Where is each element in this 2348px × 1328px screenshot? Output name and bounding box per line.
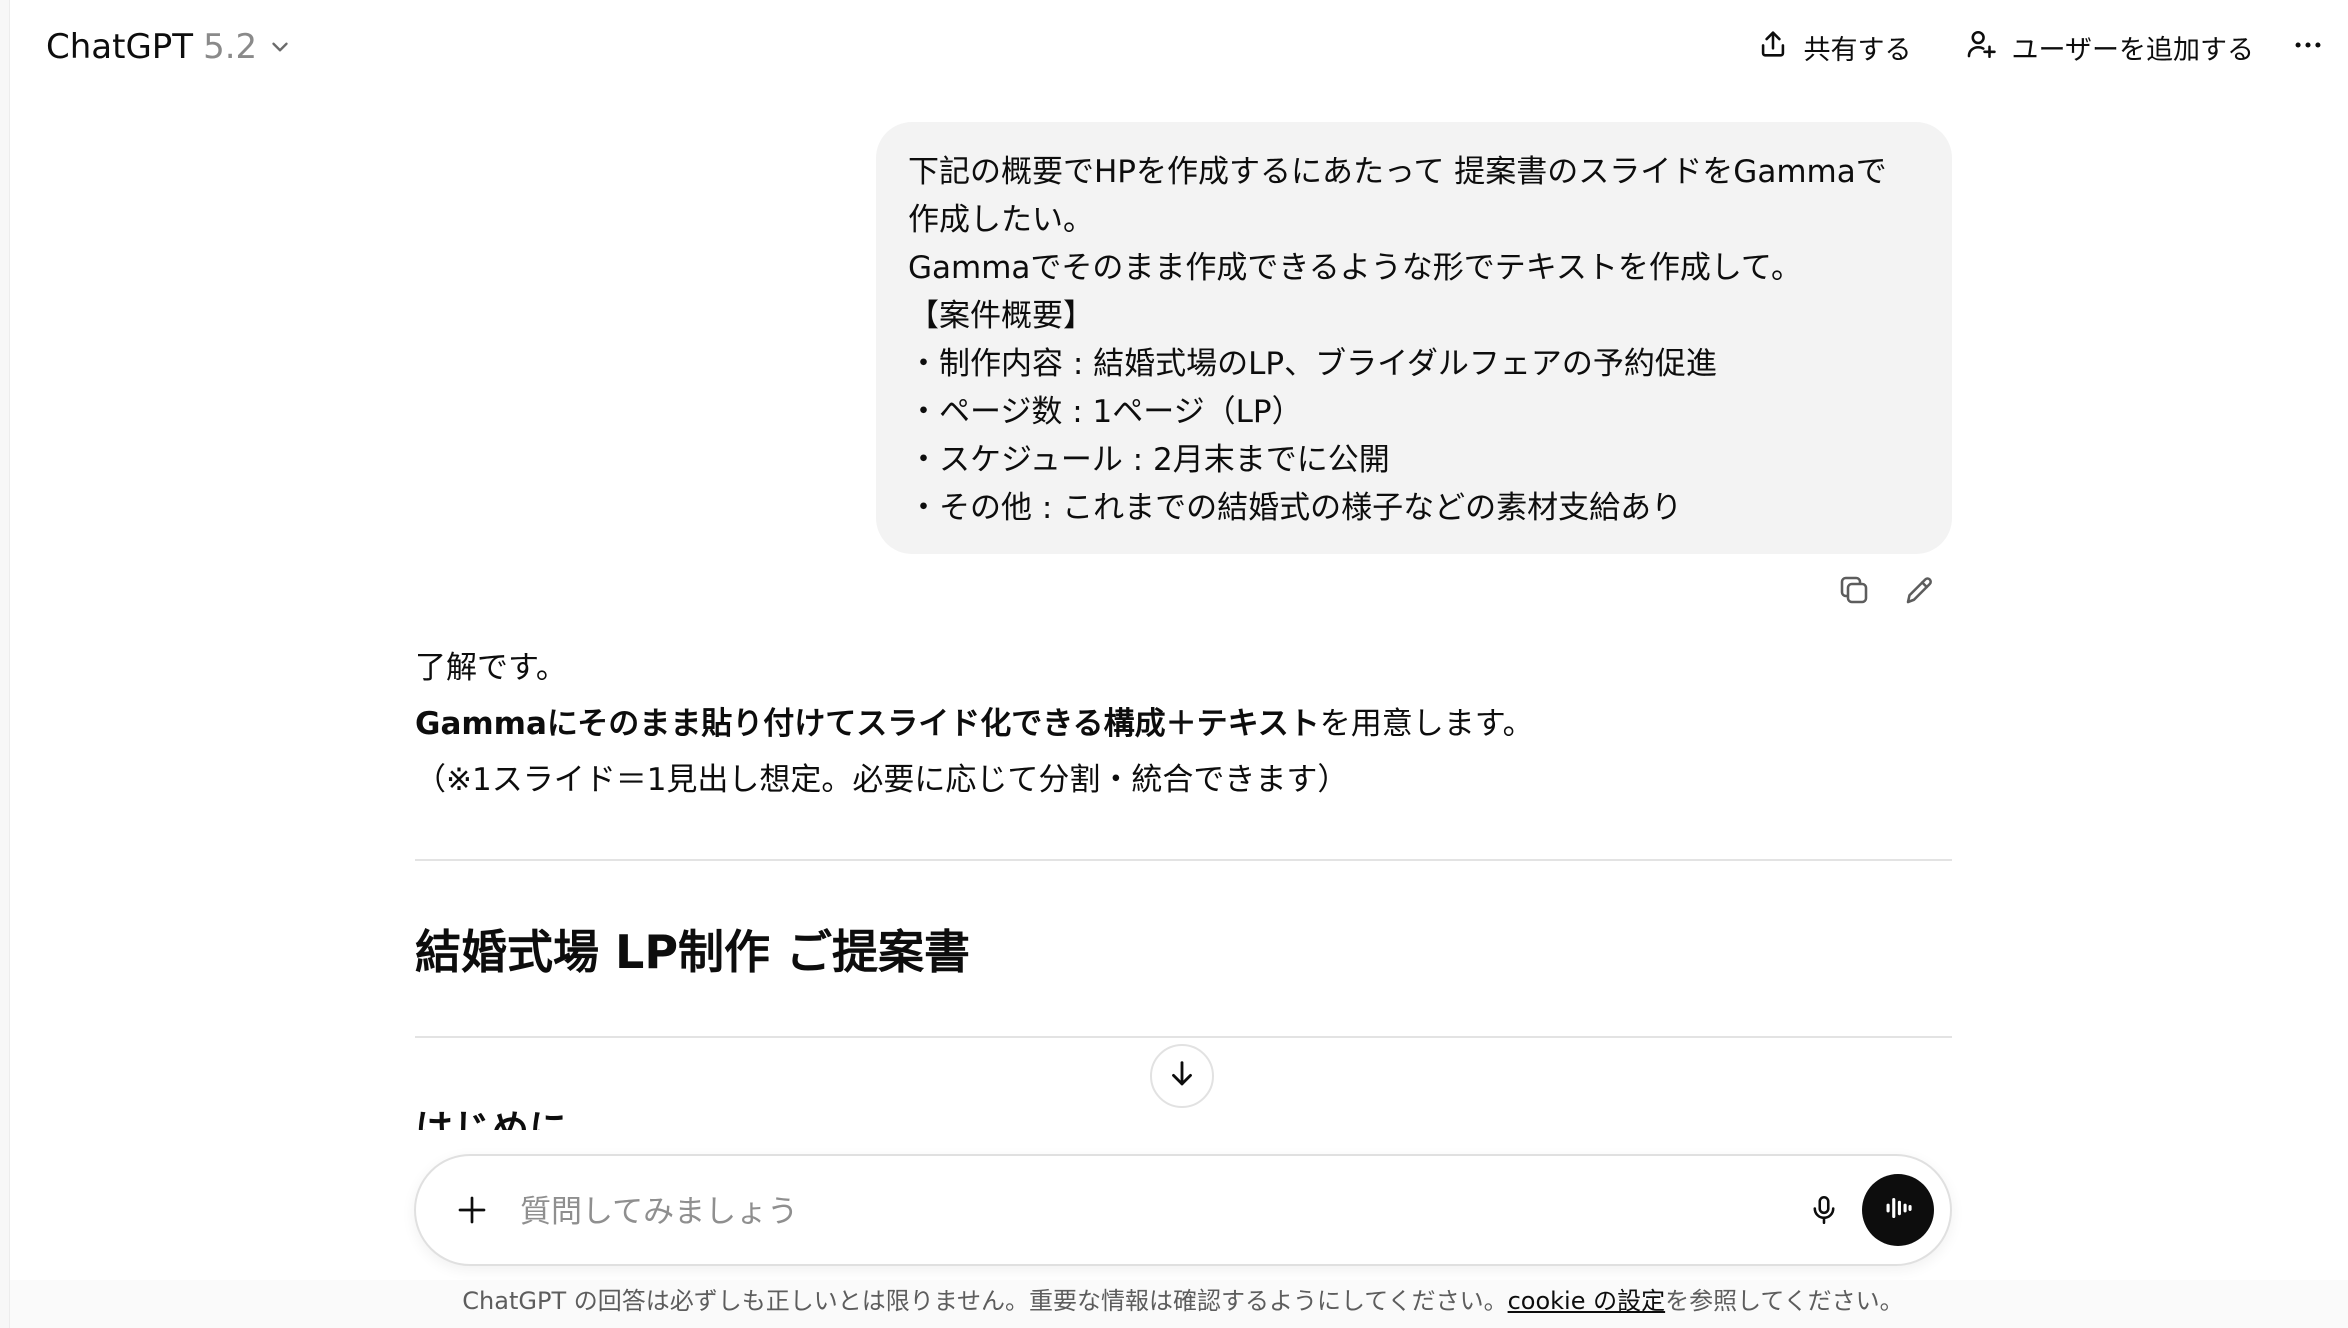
composer	[414, 1154, 1952, 1266]
user-message-line: 【案件概要】	[908, 298, 1094, 334]
chevron-down-icon	[267, 34, 293, 60]
microphone-icon	[1807, 1193, 1841, 1231]
user-message-line: 下記の概要でHPを作成するにあたって 提案書のスライドをGammaで	[908, 154, 1887, 190]
chat-app: ChatGPT 5.2 共有する ユーザーを追加する 下記の概要でHPを作成する…	[0, 0, 2348, 1328]
user-message-bubble: 下記の概要でHPを作成するにあたって 提案書のスライドをGammaで 作成したい…	[876, 122, 1952, 554]
disclaimer: ChatGPT の回答は必ずしも正しいとは限りません。重要な情報は確認するように…	[0, 1281, 2348, 1316]
disclaimer-text-end: を参照してください。	[1665, 1287, 1904, 1315]
user-message-line: 作成したい。	[908, 202, 1094, 238]
user-message-line: ・制作内容 : 結婚式場のLP、ブライダルフェアの予約促進	[908, 346, 1717, 382]
arrow-down-icon	[1165, 1057, 1199, 1095]
prompt-input[interactable]	[520, 1182, 1780, 1242]
assistant-message: 了解です。 Gammaにそのまま貼り付けてスライド化できる構成＋テキストを用意し…	[415, 640, 1952, 808]
user-message-line: ・スケジュール : 2月末までに公開	[908, 442, 1390, 478]
user-message-line: Gammaでそのまま作成できるような形でテキストを作成して。	[908, 250, 1802, 286]
model-selector[interactable]: ChatGPT 5.2	[46, 22, 293, 72]
assistant-text: を用意します。	[1319, 706, 1534, 742]
dictate-button[interactable]	[1796, 1184, 1852, 1240]
divider	[415, 1036, 1952, 1038]
add-attachment-button[interactable]	[444, 1184, 500, 1240]
sidebar-edge	[0, 0, 10, 1328]
pencil-icon	[1902, 572, 1938, 612]
upload-icon	[1756, 27, 1790, 68]
add-user-button[interactable]: ユーザーを追加する	[1938, 22, 2280, 72]
user-message-actions	[1834, 572, 1940, 612]
model-version: 5.2	[203, 27, 258, 67]
ellipsis-icon	[2291, 28, 2325, 66]
cookie-settings-link[interactable]: cookie の設定	[1508, 1287, 1666, 1315]
copy-button[interactable]	[1834, 572, 1874, 612]
disclaimer-text: ChatGPT の回答は必ずしも正しいとは限りません。重要な情報は確認するように…	[462, 1287, 1508, 1315]
user-message-line: ・その他 : これまでの結婚式の様子などの素材支給あり	[908, 490, 1683, 526]
header-actions: 共有する ユーザーを追加する	[1730, 22, 2336, 72]
user-message-line: ・ページ数 : 1ページ（LP）	[908, 394, 1303, 430]
assistant-line: （※1スライド＝1見出し想定。必要に応じて分割・統合できます）	[415, 762, 1349, 798]
edit-button[interactable]	[1900, 572, 1940, 612]
divider	[415, 859, 1952, 861]
copy-icon	[1836, 572, 1872, 612]
model-name: ChatGPT	[46, 27, 194, 67]
top-bar: ChatGPT 5.2 共有する ユーザーを追加する	[10, 0, 2348, 92]
assistant-line: 了解です。	[415, 650, 567, 686]
add-user-label: ユーザーを追加する	[2011, 34, 2254, 66]
more-options-button[interactable]	[2280, 22, 2336, 72]
share-button[interactable]: 共有する	[1730, 22, 1938, 72]
share-label: 共有する	[1803, 34, 1912, 66]
assistant-bold-text: Gammaにそのまま貼り付けてスライド化できる構成＋テキスト	[415, 706, 1320, 742]
voice-mode-button[interactable]	[1862, 1174, 1934, 1246]
scroll-to-bottom-button[interactable]	[1150, 1044, 1214, 1108]
assistant-line: Gammaにそのまま貼り付けてスライド化できる構成＋テキストを用意します。	[415, 696, 1952, 752]
voice-waveform-icon	[1881, 1191, 1915, 1229]
proposal-heading: 結婚式場 LP制作 ご提案書	[415, 925, 971, 979]
person-plus-icon	[1964, 27, 1998, 68]
plus-icon	[454, 1192, 490, 1232]
